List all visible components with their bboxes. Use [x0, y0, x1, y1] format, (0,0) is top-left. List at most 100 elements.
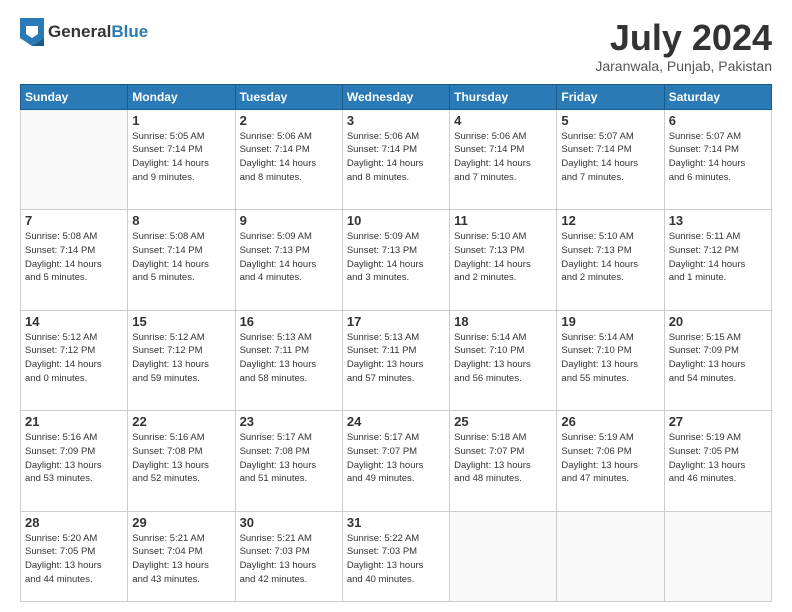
table-row: 11 Sunrise: 5:10 AMSunset: 7:13 PMDayligh… — [450, 210, 557, 311]
cell-info: Sunrise: 5:11 AMSunset: 7:12 PMDaylight:… — [669, 230, 767, 285]
date-number: 5 — [561, 113, 659, 128]
table-row: 30Sunrise: 5:21 AMSunset: 7:03 PMDayligh… — [235, 511, 342, 601]
table-row: 5 Sunrise: 5:07 AMSunset: 7:14 PMDaylight… — [557, 109, 664, 210]
cell-info: Sunrise: 5:19 AMSunset: 7:05 PMDaylight:… — [669, 431, 767, 486]
col-monday: Monday — [128, 84, 235, 109]
table-row — [664, 511, 771, 601]
cell-info: Sunrise: 5:21 AMSunset: 7:03 PMDaylight:… — [240, 532, 338, 587]
date-number: 29 — [132, 515, 230, 530]
calendar-header-row: Sunday Monday Tuesday Wednesday Thursday… — [21, 84, 772, 109]
date-number: 25 — [454, 414, 552, 429]
cell-info: Sunrise: 5:06 AMSunset: 7:14 PMDaylight:… — [347, 130, 445, 185]
date-number: 23 — [240, 414, 338, 429]
date-number: 18 — [454, 314, 552, 329]
title-area: July 2024 Jaranwala, Punjab, Pakistan — [595, 18, 772, 74]
date-number: 28 — [25, 515, 123, 530]
date-number: 21 — [25, 414, 123, 429]
table-row: 25 Sunrise: 5:18 AMSunset: 7:07 PMDayligh… — [450, 411, 557, 512]
table-row: 24 Sunrise: 5:17 AMSunset: 7:07 PMDayligh… — [342, 411, 449, 512]
table-row: 15Sunrise: 5:12 AMSunset: 7:12 PMDayligh… — [128, 310, 235, 411]
table-row: 20 Sunrise: 5:15 AMSunset: 7:09 PMDayligh… — [664, 310, 771, 411]
date-number: 13 — [669, 213, 767, 228]
col-friday: Friday — [557, 84, 664, 109]
cell-info: Sunrise: 5:10 AMSunset: 7:13 PMDaylight:… — [561, 230, 659, 285]
table-row: 7Sunrise: 5:08 AMSunset: 7:14 PMDaylight… — [21, 210, 128, 311]
cell-info: Sunrise: 5:09 AMSunset: 7:13 PMDaylight:… — [347, 230, 445, 285]
cell-info: Sunrise: 5:16 AMSunset: 7:09 PMDaylight:… — [25, 431, 123, 486]
table-row: 17 Sunrise: 5:13 AMSunset: 7:11 PMDayligh… — [342, 310, 449, 411]
table-row: 10 Sunrise: 5:09 AMSunset: 7:13 PMDayligh… — [342, 210, 449, 311]
col-sunday: Sunday — [21, 84, 128, 109]
cell-info: Sunrise: 5:07 AMSunset: 7:14 PMDaylight:… — [561, 130, 659, 185]
logo-icon — [20, 18, 44, 46]
page: General Blue July 2024 Jaranwala, Punjab… — [0, 0, 792, 612]
table-row: 22Sunrise: 5:16 AMSunset: 7:08 PMDayligh… — [128, 411, 235, 512]
date-number: 16 — [240, 314, 338, 329]
cell-info: Sunrise: 5:16 AMSunset: 7:08 PMDaylight:… — [132, 431, 230, 486]
table-row: 2Sunrise: 5:06 AMSunset: 7:14 PMDaylight… — [235, 109, 342, 210]
table-row — [557, 511, 664, 601]
date-number: 4 — [454, 113, 552, 128]
table-row: 23 Sunrise: 5:17 AMSunset: 7:08 PMDayligh… — [235, 411, 342, 512]
cell-info: Sunrise: 5:05 AMSunset: 7:14 PMDaylight:… — [132, 130, 230, 185]
table-row: 12 Sunrise: 5:10 AMSunset: 7:13 PMDayligh… — [557, 210, 664, 311]
table-row: 19 Sunrise: 5:14 AMSunset: 7:10 PMDayligh… — [557, 310, 664, 411]
date-number: 8 — [132, 213, 230, 228]
cell-info: Sunrise: 5:10 AMSunset: 7:13 PMDaylight:… — [454, 230, 552, 285]
table-row: 13 Sunrise: 5:11 AMSunset: 7:12 PMDayligh… — [664, 210, 771, 311]
table-row: 31 Sunrise: 5:22 AMSunset: 7:03 PMDayligh… — [342, 511, 449, 601]
logo: General Blue — [20, 18, 148, 46]
cell-info: Sunrise: 5:14 AMSunset: 7:10 PMDaylight:… — [454, 331, 552, 386]
logo-general: General — [48, 23, 111, 42]
date-number: 20 — [669, 314, 767, 329]
date-number: 3 — [347, 113, 445, 128]
cell-info: Sunrise: 5:12 AMSunset: 7:12 PMDaylight:… — [25, 331, 123, 386]
cell-info: Sunrise: 5:18 AMSunset: 7:07 PMDaylight:… — [454, 431, 552, 486]
col-thursday: Thursday — [450, 84, 557, 109]
date-number: 11 — [454, 213, 552, 228]
col-wednesday: Wednesday — [342, 84, 449, 109]
table-row: 29Sunrise: 5:21 AMSunset: 7:04 PMDayligh… — [128, 511, 235, 601]
cell-info: Sunrise: 5:22 AMSunset: 7:03 PMDaylight:… — [347, 532, 445, 587]
cell-info: Sunrise: 5:07 AMSunset: 7:14 PMDaylight:… — [669, 130, 767, 185]
col-tuesday: Tuesday — [235, 84, 342, 109]
date-number: 19 — [561, 314, 659, 329]
table-row: 28Sunrise: 5:20 AMSunset: 7:05 PMDayligh… — [21, 511, 128, 601]
date-number: 27 — [669, 414, 767, 429]
date-number: 31 — [347, 515, 445, 530]
date-number: 26 — [561, 414, 659, 429]
table-row: 9 Sunrise: 5:09 AMSunset: 7:13 PMDaylight… — [235, 210, 342, 311]
cell-info: Sunrise: 5:13 AMSunset: 7:11 PMDaylight:… — [240, 331, 338, 386]
cell-info: Sunrise: 5:15 AMSunset: 7:09 PMDaylight:… — [669, 331, 767, 386]
cell-info: Sunrise: 5:17 AMSunset: 7:07 PMDaylight:… — [347, 431, 445, 486]
logo-blue: Blue — [111, 23, 148, 42]
calendar-table: Sunday Monday Tuesday Wednesday Thursday… — [20, 84, 772, 602]
cell-info: Sunrise: 5:12 AMSunset: 7:12 PMDaylight:… — [132, 331, 230, 386]
cell-info: Sunrise: 5:17 AMSunset: 7:08 PMDaylight:… — [240, 431, 338, 486]
date-number: 17 — [347, 314, 445, 329]
logo-text: General Blue — [48, 23, 148, 42]
date-number: 14 — [25, 314, 123, 329]
date-number: 12 — [561, 213, 659, 228]
table-row: 16 Sunrise: 5:13 AMSunset: 7:11 PMDayligh… — [235, 310, 342, 411]
date-number: 6 — [669, 113, 767, 128]
month-title: July 2024 — [595, 18, 772, 58]
table-row: 21 Sunrise: 5:16 AMSunset: 7:09 PMDayligh… — [21, 411, 128, 512]
table-row — [450, 511, 557, 601]
cell-info: Sunrise: 5:09 AMSunset: 7:13 PMDaylight:… — [240, 230, 338, 285]
cell-info: Sunrise: 5:13 AMSunset: 7:11 PMDaylight:… — [347, 331, 445, 386]
cell-info: Sunrise: 5:06 AMSunset: 7:14 PMDaylight:… — [454, 130, 552, 185]
date-number: 9 — [240, 213, 338, 228]
location: Jaranwala, Punjab, Pakistan — [595, 58, 772, 74]
date-number: 10 — [347, 213, 445, 228]
table-row: 1Sunrise: 5:05 AMSunset: 7:14 PMDaylight… — [128, 109, 235, 210]
table-row: 8 Sunrise: 5:08 AMSunset: 7:14 PMDaylight… — [128, 210, 235, 311]
date-number: 24 — [347, 414, 445, 429]
table-row — [21, 109, 128, 210]
cell-info: Sunrise: 5:08 AMSunset: 7:14 PMDaylight:… — [132, 230, 230, 285]
table-row: 18 Sunrise: 5:14 AMSunset: 7:10 PMDayligh… — [450, 310, 557, 411]
table-row: 14 Sunrise: 5:12 AMSunset: 7:12 PMDayligh… — [21, 310, 128, 411]
cell-info: Sunrise: 5:14 AMSunset: 7:10 PMDaylight:… — [561, 331, 659, 386]
cell-info: Sunrise: 5:08 AMSunset: 7:14 PMDaylight:… — [25, 230, 123, 285]
table-row: 27 Sunrise: 5:19 AMSunset: 7:05 PMDayligh… — [664, 411, 771, 512]
